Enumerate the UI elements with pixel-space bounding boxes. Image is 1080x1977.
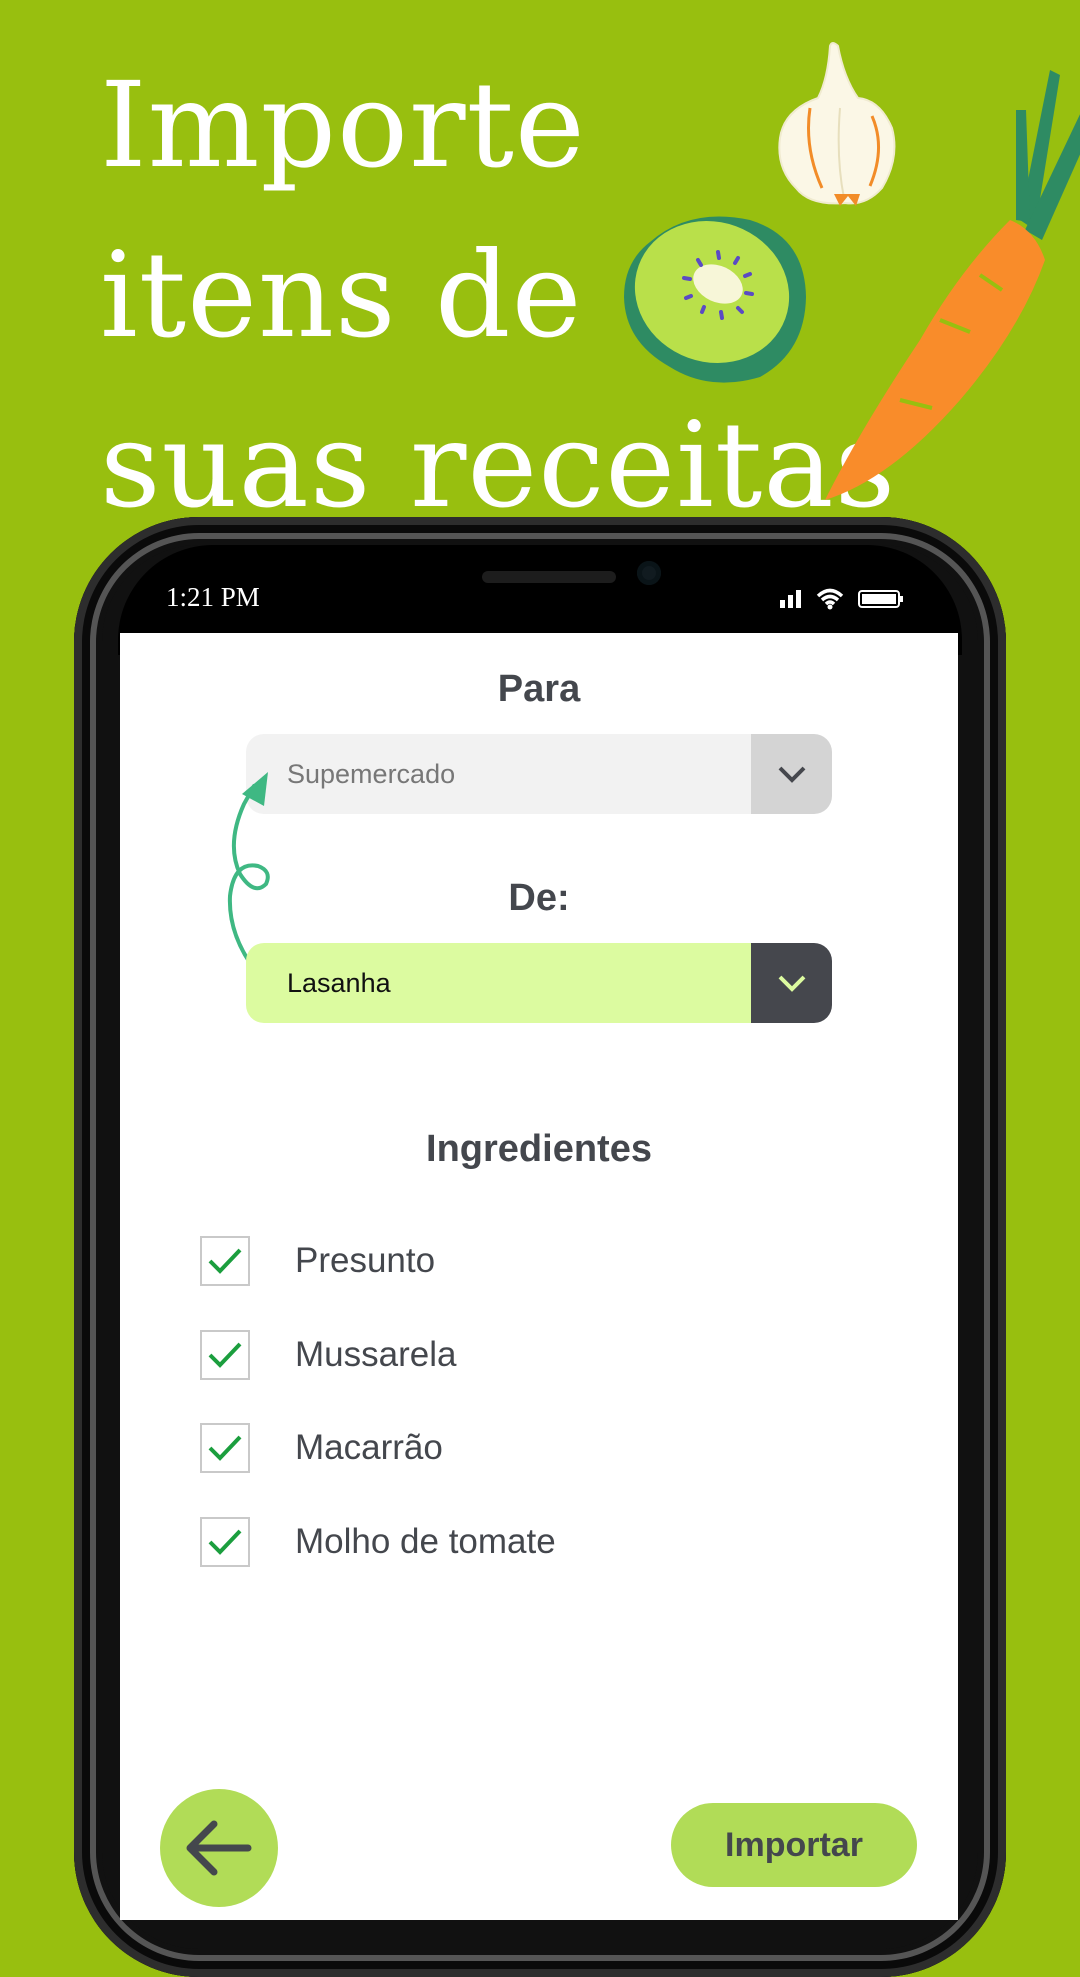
to-dropdown-value: Supemercado [246, 734, 751, 814]
signal-icon [780, 590, 801, 608]
kiwi-illustration [624, 216, 806, 383]
arrow-left-icon [186, 1820, 252, 1876]
ingredient-checkbox[interactable] [200, 1330, 250, 1380]
import-button[interactable]: Importar [671, 1803, 917, 1887]
from-dropdown[interactable]: Lasanha [246, 943, 832, 1023]
from-dropdown-value: Lasanha [246, 943, 751, 1023]
status-time: 1:21 PM [166, 582, 260, 612]
chevron-down-icon [778, 766, 805, 783]
phone-camera [637, 561, 661, 585]
ingredient-checkbox[interactable] [200, 1236, 250, 1286]
checkmark-icon [208, 1529, 242, 1555]
checkmark-icon [208, 1342, 242, 1368]
from-label: De: [508, 877, 570, 919]
chevron-down-icon [778, 975, 805, 992]
ingredient-item[interactable]: Macarrão [200, 1421, 443, 1475]
to-dropdown[interactable]: Supemercado [246, 734, 832, 814]
wifi-icon [816, 588, 844, 610]
ingredients-title: Ingredientes [426, 1128, 652, 1170]
status-icons [780, 586, 904, 612]
ingredient-item[interactable]: Presunto [200, 1234, 435, 1288]
to-dropdown-toggle[interactable] [751, 734, 832, 814]
ingredient-label: Mussarela [295, 1335, 457, 1374]
ingredient-label: Molho de tomate [295, 1522, 556, 1561]
ingredient-label: Macarrão [295, 1428, 443, 1467]
checkmark-icon [208, 1248, 242, 1274]
back-button[interactable] [160, 1789, 278, 1907]
phone-speaker [482, 571, 616, 583]
battery-icon [858, 590, 903, 608]
ingredient-checkbox[interactable] [200, 1423, 250, 1473]
to-label: Para [497, 668, 581, 710]
from-dropdown-toggle[interactable] [751, 943, 832, 1023]
carrot-illustration [825, 70, 1080, 500]
ingredient-checkbox[interactable] [200, 1517, 250, 1567]
ingredient-item[interactable]: Molho de tomate [200, 1515, 556, 1569]
ingredient-label: Presunto [295, 1241, 436, 1280]
ingredient-item[interactable]: Mussarela [200, 1328, 456, 1382]
checkmark-icon [208, 1435, 242, 1461]
